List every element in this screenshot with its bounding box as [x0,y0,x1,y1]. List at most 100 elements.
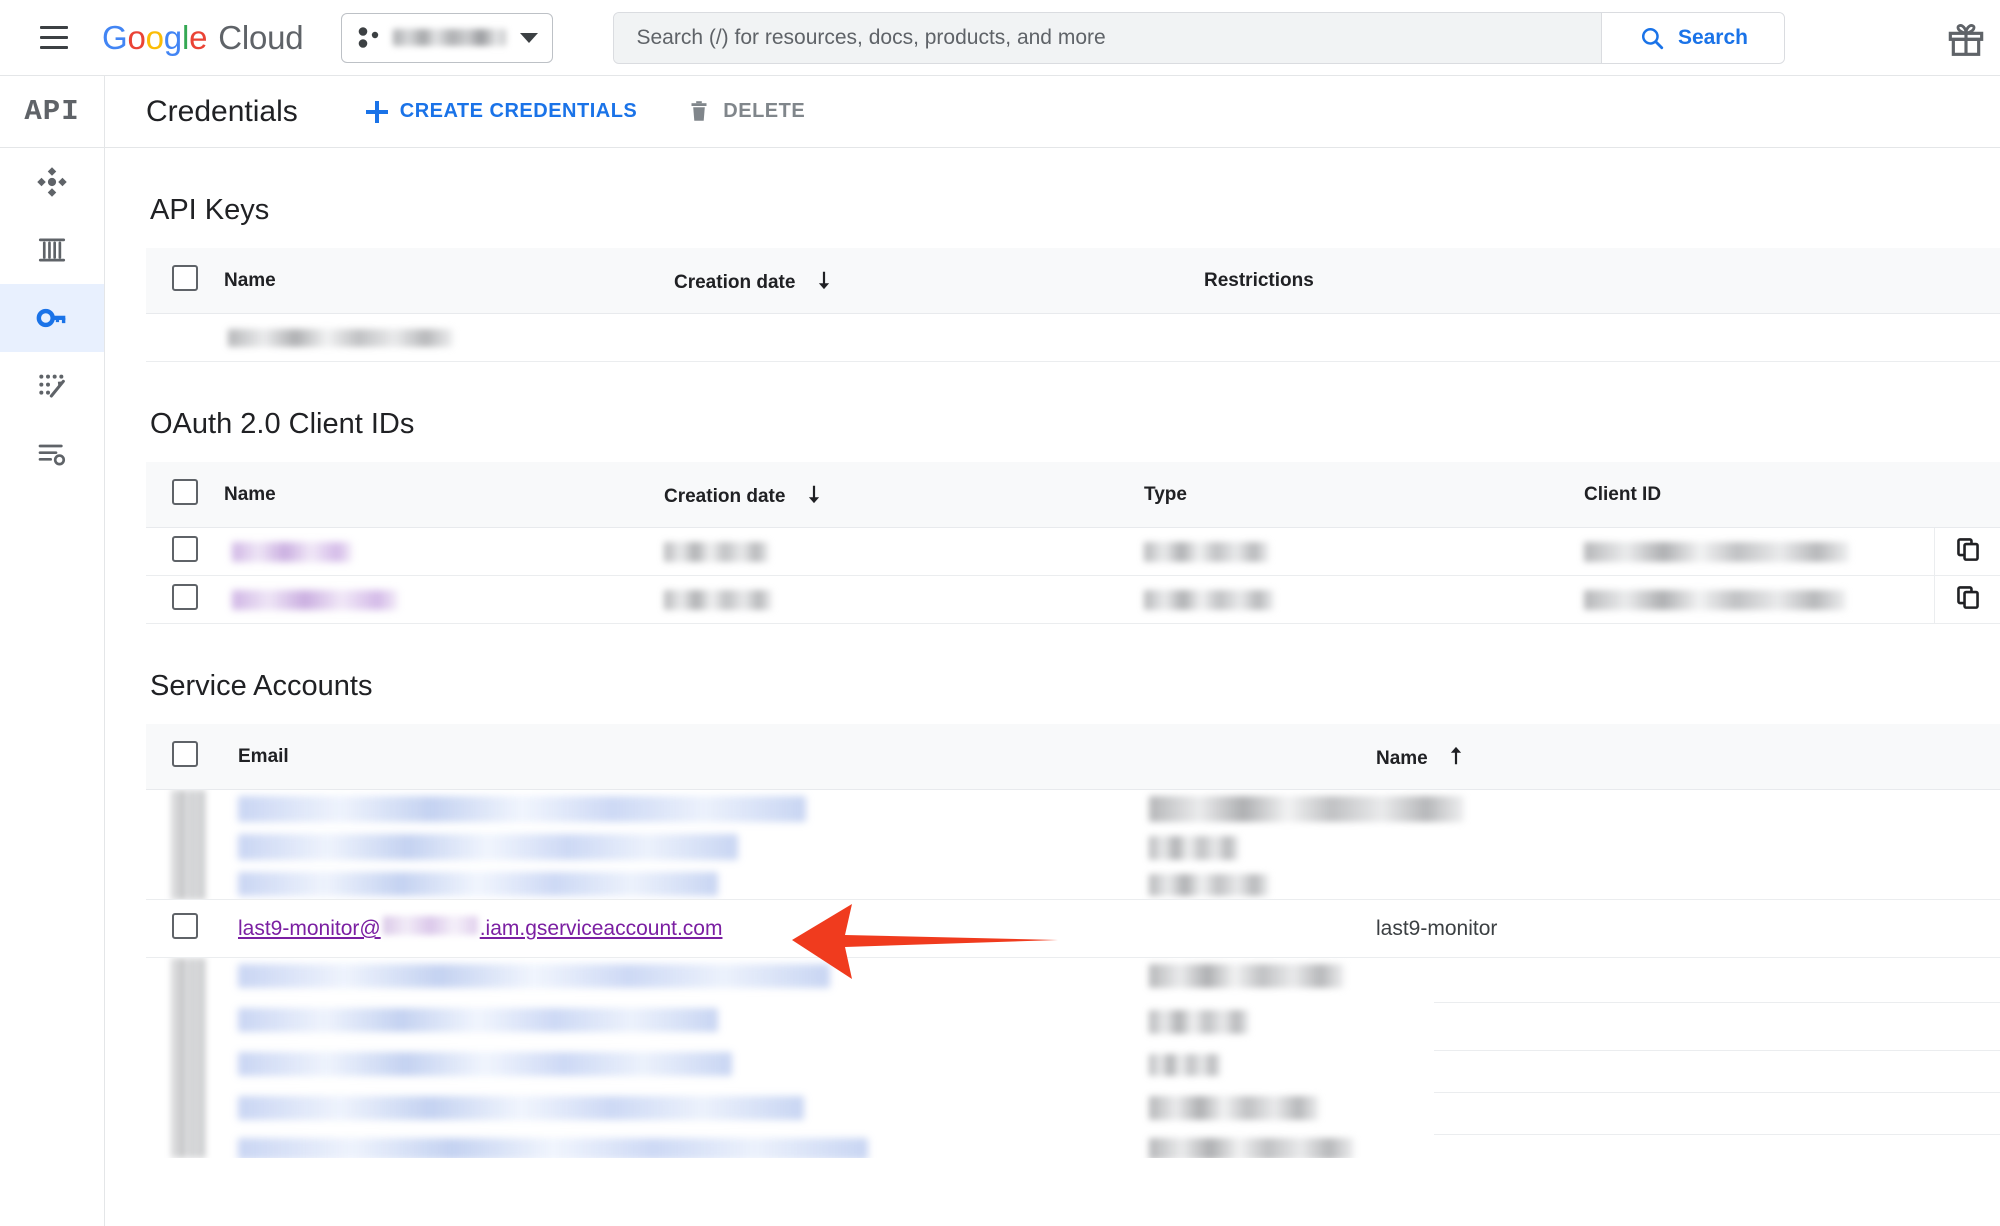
redacted-oauth-type [1144,541,1269,562]
create-credentials-button[interactable]: CREATE CREDENTIALS [365,100,638,123]
row-checkbox-cell [146,527,224,576]
sort-asc-arrow-icon [1450,746,1462,764]
table-header-row: Name Creation date Restrictions [146,248,2000,314]
redacted-oauth-date [664,589,772,610]
metrics-icon [39,374,65,398]
row-checkbox[interactable] [172,913,198,939]
sidebar-item-enabled-apis[interactable] [0,148,104,216]
redacted-email [238,796,806,822]
page-title: Credentials [146,94,298,128]
row-checkbox[interactable] [172,536,198,562]
copy-icon[interactable] [1955,536,1981,562]
column-header-creation-date[interactable]: Creation date [674,248,1204,314]
project-dots-icon [359,26,379,48]
api-key-creation-date-cell [674,313,1204,362]
hamburger-bar [40,36,68,39]
oauth-name-cell [224,575,664,624]
service-account-row-last9-monitor[interactable]: last9-monitor@ .iam.gserviceaccount.com l… [146,900,2000,958]
select-all-checkbox[interactable] [172,741,198,767]
email-suffix: .iam.gserviceaccount.com [479,917,723,940]
cloud-wordmark: Cloud [218,18,304,56]
table-row[interactable] [146,313,2000,362]
service-accounts-rows: last9-monitor@ .iam.gserviceaccount.com l… [146,790,2000,1158]
redacted-oauth-type [1144,589,1274,610]
copy-icon[interactable] [1955,584,1981,610]
top-app-bar: Google Cloud Search [0,0,2000,76]
oauth-clients-table: Name Creation date Type Client ID [146,462,2000,624]
oauth-name-cell [224,527,664,576]
redacted-name [1149,1010,1249,1034]
api-keys-section-title: API Keys [150,194,270,226]
hamburger-bar [40,46,68,49]
row-divider [1434,1050,2000,1051]
redacted-service-account-rows-below[interactable] [146,958,2000,1158]
row-divider [1434,1134,2000,1135]
main-content: Credentials CREATE CREDENTIALS DELETE AP… [105,76,2000,1226]
column-header-type[interactable]: Type [1144,462,1584,528]
search-input[interactable] [614,12,1602,63]
search-button-label: Search [1677,25,1748,49]
redacted-service-account-rows-above[interactable] [146,790,2000,900]
sidebar-item-settings[interactable] [0,420,104,488]
row-divider [1434,1092,2000,1093]
chevron-down-icon [520,32,539,43]
redacted-oauth-name [232,589,398,610]
redacted-email [238,1008,718,1032]
global-search: Search [613,11,1786,64]
create-credentials-label: CREATE CREDENTIALS [399,100,638,122]
table-row[interactable] [146,575,2000,624]
redacted-checkbox-column [172,790,206,899]
service-account-email-link[interactable]: last9-monitor@ .iam.gserviceaccount.com [238,916,722,941]
redacted-email [238,1096,804,1120]
hub-icon [37,167,67,197]
column-header-name[interactable]: Name [224,248,674,314]
hamburger-bar [40,26,68,29]
sidebar-item-credentials[interactable] [0,284,104,352]
redacted-name [1149,1054,1221,1076]
oauth-creation-date-cell [664,527,1144,576]
redacted-name [1149,836,1239,860]
select-all-checkbox[interactable] [172,479,198,505]
column-header-email[interactable]: Email [224,724,1364,790]
column-header-creation-date[interactable]: Creation date [664,462,1144,528]
service-account-name-cell: last9-monitor [1376,916,1498,940]
redacted-name [1149,1096,1319,1120]
select-all-checkbox[interactable] [172,265,198,291]
table-header-row: Name Creation date Type Client ID [146,462,2000,528]
column-header-creation-date-label: Creation date [674,271,796,293]
column-header-name[interactable]: Name [1364,724,2000,790]
delete-button[interactable]: DELETE [687,100,805,124]
redacted-email [238,1138,868,1158]
project-picker[interactable] [341,12,554,63]
column-header-restrictions[interactable]: Restrictions [1204,248,2000,314]
redacted-name [1149,796,1464,822]
google-cloud-logo[interactable]: Google Cloud [102,18,304,57]
column-header-name[interactable]: Name [224,462,664,528]
service-accounts-header-table: Email Name [146,724,2000,790]
oauth-copy-cell [1933,527,2000,576]
redacted-email [238,1052,732,1076]
oauth-creation-date-cell [664,575,1144,624]
google-wordmark: Google [102,18,208,56]
gift-icon[interactable] [1946,18,1986,58]
redacted-email [238,964,830,988]
oauth-type-cell [1144,527,1584,576]
table-row[interactable] [146,527,2000,576]
select-all-header [146,462,224,528]
search-icon [1641,27,1664,49]
oauth-client-id-cell [1584,575,1934,624]
row-divider [1434,1002,2000,1003]
oauth-type-cell [1144,575,1584,624]
sidebar-item-library[interactable] [0,216,104,284]
column-header-client-id[interactable]: Client ID [1584,462,1934,528]
sidebar-item-metrics[interactable] [0,352,104,420]
redacted-oauth-client-id [1584,541,1849,562]
row-checkbox[interactable] [172,584,198,610]
oauth-copy-cell [1933,575,2000,624]
hamburger-menu-icon[interactable] [32,16,76,60]
row-checkbox-cell [146,313,224,362]
oauth-client-id-cell [1584,527,1934,576]
search-button[interactable]: Search [1601,12,1785,63]
redacted-name [1149,874,1269,896]
service-account-email-cell: last9-monitor@ .iam.gserviceaccount.com [224,916,1364,941]
